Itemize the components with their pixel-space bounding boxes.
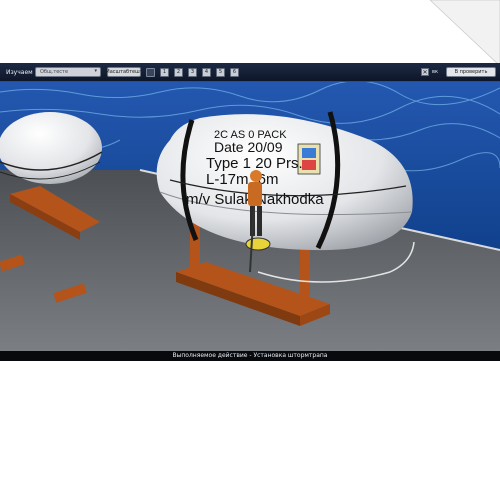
- scale-button[interactable]: Масштабтешт: [105, 67, 143, 77]
- mode-label: Изучаем: [6, 68, 33, 76]
- tool-button-6[interactable]: 6: [230, 67, 239, 77]
- tool-button-3[interactable]: 3: [188, 67, 197, 77]
- sound-toggle[interactable]: ✕: [421, 68, 430, 76]
- close-icon: ✕: [422, 68, 428, 76]
- mode-select[interactable]: Общ.тесте ▾: [35, 67, 101, 77]
- tool-button-5[interactable]: 5: [216, 67, 225, 77]
- tool-button-2[interactable]: 2: [174, 67, 183, 77]
- tool-button-4[interactable]: 4: [202, 67, 211, 77]
- exit-button[interactable]: В проверить: [446, 67, 496, 77]
- raft-text-line-4: L-17m -6m: [206, 171, 279, 188]
- chevron-down-icon: ▾: [94, 68, 97, 74]
- raft-text-line-2: Date 20/09: [214, 139, 283, 155]
- sound-label: вк: [432, 69, 438, 75]
- mode-select-value: Общ.тесте: [40, 69, 69, 75]
- 3d-viewport[interactable]: 2C AS 0 PACK Date 20/09 Type 1 20 Prs. L…: [0, 82, 500, 351]
- toolbar: Изучаем Общ.тесте ▾ Масштабтешт 1 2 3 4 …: [0, 63, 500, 82]
- page-curl-decoration: [429, 0, 500, 67]
- app-window: Изучаем Общ.тесте ▾ Масштабтешт 1 2 3 4 …: [0, 63, 500, 361]
- scene-render: 2C AS 0 PACK Date 20/09 Type 1 20 Prs. L…: [0, 82, 500, 351]
- raft-text-line-3: Type 1 20 Prs.: [206, 155, 303, 172]
- status-bar: Выполняемое действие - Установка штормтр…: [0, 351, 500, 361]
- tool-button-0[interactable]: [146, 67, 155, 77]
- tool-button-1[interactable]: 1: [160, 67, 169, 77]
